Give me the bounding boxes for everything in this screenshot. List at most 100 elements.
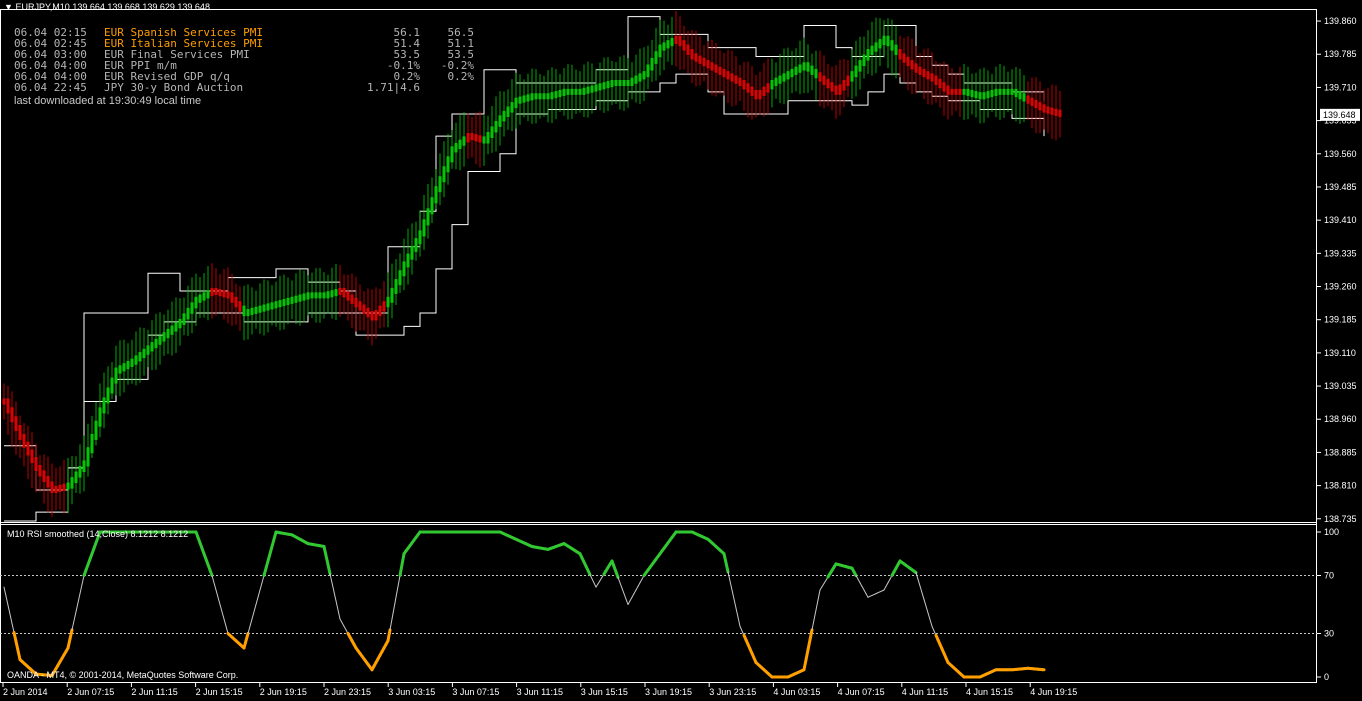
candle-body: [902, 53, 906, 63]
candle-body: [102, 397, 106, 414]
symbol-label: EURJPY,M10: [15, 2, 70, 12]
candle-body: [118, 365, 122, 374]
candle-body: [174, 322, 178, 332]
candle-body: [54, 485, 58, 494]
candle-body: [658, 44, 662, 58]
candle-body: [642, 71, 646, 80]
rsi-segment: [823, 579, 827, 584]
candle-body: [618, 80, 622, 86]
candle-body: [766, 83, 770, 93]
rsi-segment: [400, 552, 406, 567]
candle-body: [566, 88, 570, 95]
candle-body: [470, 133, 474, 141]
rsi-segment: [929, 619, 933, 627]
candle-body: [346, 291, 350, 301]
candle-body: [234, 296, 238, 308]
candle-body: [978, 92, 982, 100]
rsi-segment: [819, 586, 823, 591]
candle-body: [326, 291, 330, 299]
rsi-segment: [637, 582, 641, 587]
candle-body: [534, 93, 538, 100]
candle-body: [994, 88, 998, 96]
rsi-segment: [391, 607, 395, 620]
candle-body: [50, 481, 54, 494]
rsi-segment: [217, 596, 221, 605]
candle-body: [1042, 104, 1046, 113]
rsi-segment: [9, 613, 13, 624]
ohlc-label: 139.664 139.668 139.629 139.648: [72, 2, 210, 12]
candle-body: [1006, 88, 1010, 95]
candle-body: [778, 75, 782, 84]
candle-body: [274, 301, 278, 309]
price-tick-label: 138.960: [1324, 414, 1357, 424]
rsi-segment: [397, 575, 401, 587]
candle-body: [22, 433, 26, 448]
rsi-segment: [806, 638, 812, 652]
candle-body: [666, 40, 670, 49]
candle-body: [690, 49, 694, 60]
time-tick-label: 2 Jun 2014: [3, 687, 48, 697]
candle-body: [1018, 91, 1022, 100]
candle-body: [1010, 88, 1014, 95]
candle-body: [954, 88, 958, 95]
candle-body: [450, 146, 454, 163]
rsi-tick-label: 0: [1324, 672, 1329, 682]
candle-body: [218, 289, 222, 297]
candle-body: [238, 301, 242, 312]
candle-body: [806, 62, 810, 72]
candle-body: [834, 85, 838, 95]
candle-body: [550, 92, 554, 100]
candle-body: [254, 306, 258, 314]
candle-body: [770, 80, 774, 90]
candle-body: [490, 126, 494, 138]
candle-body: [718, 66, 722, 75]
rsi-segment: [614, 570, 620, 579]
candle-body: [146, 345, 150, 355]
candle-body: [422, 219, 426, 237]
candle-body: [794, 66, 798, 75]
time-tick-label: 3 Jun 03:15: [388, 687, 435, 697]
candle-body: [394, 279, 398, 294]
rsi-segment: [221, 611, 225, 620]
candle-body: [982, 92, 986, 100]
candle-body: [46, 475, 50, 488]
candle-body: [734, 75, 738, 84]
candle-body: [94, 420, 98, 440]
candle-body: [242, 305, 246, 317]
copyright-text: OANDA - MT4, © 2001-2014, MetaQuotes Sof…: [7, 670, 239, 680]
rsi-tick-label: 100: [1324, 527, 1339, 537]
chart-title: ▼ EURJPY,M10 139.664 139.668 139.629 139…: [4, 2, 210, 12]
candle-body: [626, 80, 630, 86]
candle-body: [226, 291, 230, 299]
rsi-segment: [821, 582, 825, 588]
candle-body: [438, 176, 442, 193]
time-tick-label: 3 Jun 23:15: [709, 687, 756, 697]
candle-body: [334, 289, 338, 297]
candle-body: [670, 37, 674, 47]
rsi-segment: [735, 607, 739, 618]
candle-body: [110, 377, 114, 394]
candle-body: [790, 68, 794, 78]
rsi-segment: [817, 589, 821, 601]
candle-body: [1038, 102, 1042, 111]
candle-body: [854, 65, 858, 78]
rsi-segment: [5, 595, 9, 606]
time-tick-label: 3 Jun 11:15: [517, 687, 563, 697]
candle-body: [942, 82, 946, 92]
candle-body: [442, 166, 446, 183]
news-time: 06.04 22:45: [14, 81, 87, 94]
candle-body: [126, 360, 130, 370]
collapse-arrow-icon[interactable]: ▼: [4, 2, 13, 12]
candle-body: [522, 95, 526, 103]
candle-body: [202, 292, 206, 301]
candle-body: [502, 110, 506, 122]
candle-body: [186, 307, 190, 320]
rsi-segment: [731, 589, 735, 600]
candle-body: [846, 75, 850, 86]
candle-body: [222, 290, 226, 298]
rsi-segment: [215, 589, 219, 598]
rsi-segment: [808, 628, 814, 642]
candle-body: [966, 88, 970, 96]
candle-body: [674, 35, 678, 44]
candle-body: [914, 63, 918, 73]
